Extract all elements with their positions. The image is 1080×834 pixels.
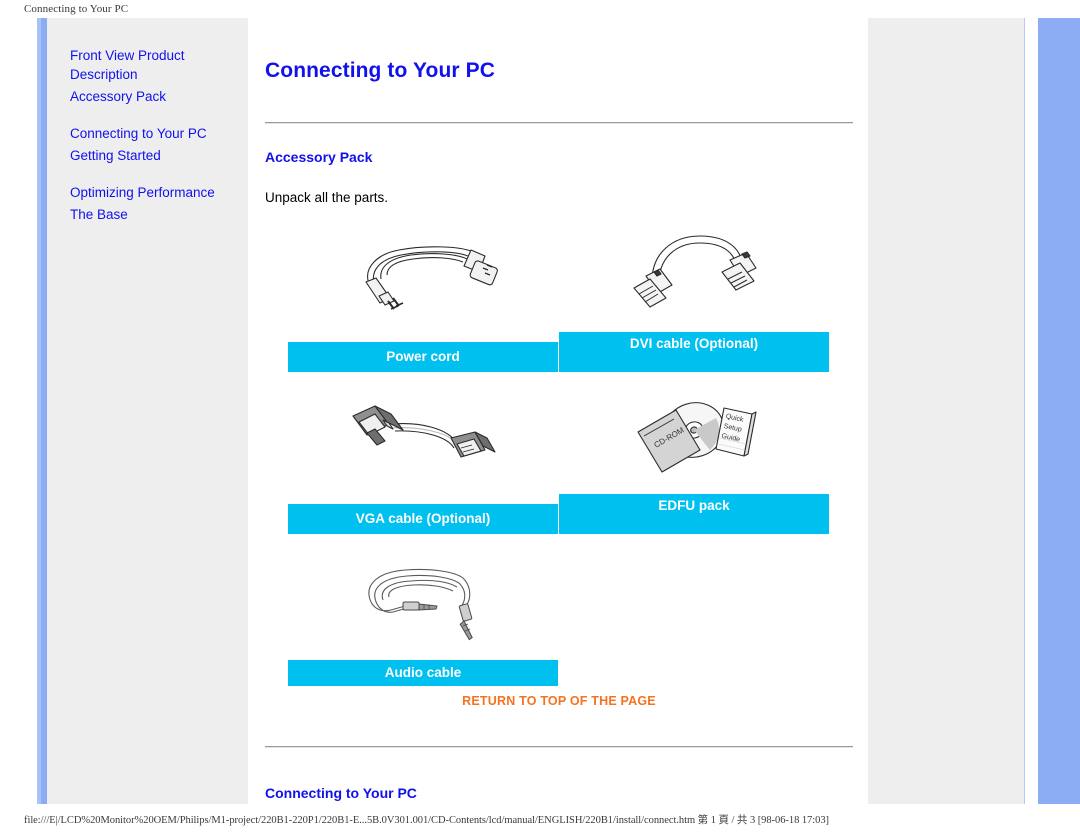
divider-bottom — [265, 746, 853, 748]
sidebar-item-getting-started[interactable]: Getting Started — [70, 146, 250, 165]
return-to-top-link[interactable]: RETURN TO TOP OF THE PAGE — [265, 694, 853, 708]
accessory-row-3: Audio cable — [288, 548, 833, 710]
accessory-item-vga-cable: VGA cable (Optional) — [288, 386, 558, 548]
right-blue-bar — [1038, 18, 1080, 804]
right-side-panel — [868, 18, 1025, 804]
print-header-title: Connecting to Your PC — [24, 3, 129, 15]
accessory-grid: Power cord DVI cable (Optional) VGA cabl… — [288, 224, 833, 710]
intro-paragraph: Unpack all the parts. — [265, 190, 389, 205]
accessory-item-dvi-cable: DVI cable (Optional) — [559, 224, 829, 386]
sidebar-item-accessory-pack[interactable]: Accessory Pack — [70, 87, 250, 106]
dvi-cable-illustration — [559, 224, 829, 332]
accessory-item-audio-cable: Audio cable — [288, 548, 558, 710]
accessory-label-audio-cable: Audio cable — [288, 660, 558, 686]
audio-cable-illustration — [288, 548, 558, 656]
edfu-pack-illustration: CD-ROM Quick Setup Guide — [559, 386, 829, 494]
vga-cable-illustration — [288, 386, 558, 494]
section-heading-accessory-pack: Accessory Pack — [265, 149, 373, 165]
print-footer-url: file:///E|/LCD%20Monitor%20OEM/Philips/M… — [24, 815, 829, 826]
sidebar-item-connecting-to-your-pc[interactable]: Connecting to Your PC — [70, 124, 250, 143]
power-cord-illustration — [288, 224, 558, 332]
sidebar-group-2: Connecting to Your PC Getting Started — [70, 124, 250, 165]
sidebar: Front View Product Description Accessory… — [47, 18, 248, 804]
left-accent-strip-highlight — [37, 18, 41, 804]
sidebar-item-optimizing-performance[interactable]: Optimizing Performance — [70, 183, 250, 202]
accessory-label-vga-cable: VGA cable (Optional) — [288, 504, 558, 534]
document-page: Front View Product Description Accessory… — [0, 18, 1080, 804]
accessory-row-1: Power cord DVI cable (Optional) — [288, 224, 833, 386]
page-title: Connecting to Your PC — [265, 59, 495, 82]
sidebar-group-1: Front View Product Description Accessory… — [70, 46, 250, 106]
sidebar-group-3: Optimizing Performance The Base — [70, 183, 250, 224]
accessory-label-power-cord: Power cord — [288, 342, 558, 372]
accessory-label-dvi-cable: DVI cable (Optional) — [559, 332, 829, 372]
divider-top — [265, 122, 853, 124]
right-side-panel-divider — [1024, 18, 1025, 804]
sidebar-item-front-view-product-description[interactable]: Front View Product Description — [70, 46, 250, 84]
accessory-item-power-cord: Power cord — [288, 224, 558, 386]
accessory-label-edfu-pack: EDFU pack — [559, 494, 829, 534]
section-heading-connecting-to-your-pc: Connecting to Your PC — [265, 785, 417, 801]
sidebar-nav: Front View Product Description Accessory… — [70, 46, 250, 242]
left-accent-strip — [37, 18, 47, 804]
accessory-row-2: VGA cable (Optional) CD-ROM Quick Setup … — [288, 386, 833, 548]
sidebar-item-the-base[interactable]: The Base — [70, 205, 250, 224]
accessory-item-edfu-pack: CD-ROM Quick Setup Guide EDFU pack — [559, 386, 829, 548]
main-content: Connecting to Your PC Accessory Pack Unp… — [248, 18, 868, 804]
